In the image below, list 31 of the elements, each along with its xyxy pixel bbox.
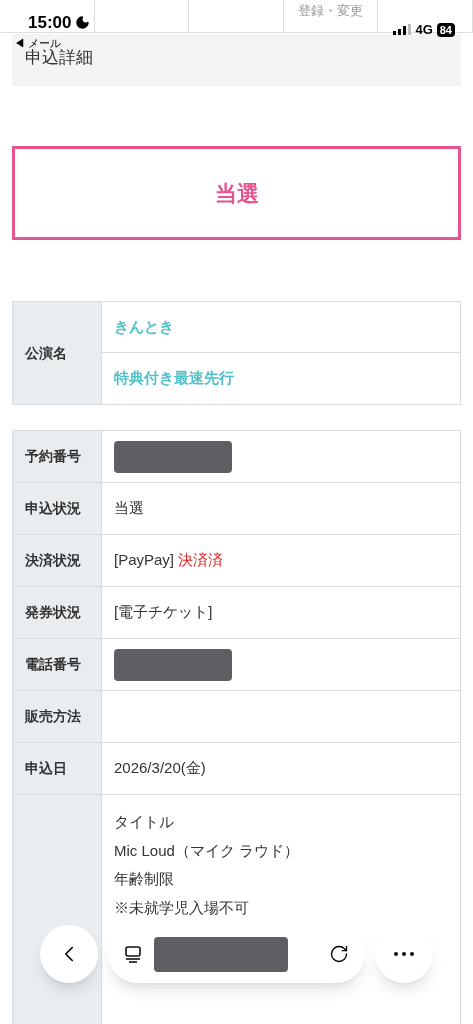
tabs-icon[interactable] [124, 945, 142, 963]
detail-label: 販売方法 [25, 707, 81, 726]
performance-value[interactable]: きんとき [114, 315, 174, 339]
detail-label: 決済状況 [25, 551, 81, 570]
detail-value: 2026/3/20(金) [114, 758, 206, 779]
performance-value[interactable]: 特典付き最速先行 [114, 367, 234, 390]
detail-line: ※未就学児入場不可 [114, 897, 250, 918]
network-label: 4G [415, 21, 433, 39]
more-icon [394, 952, 414, 956]
detail-label: 申込状況 [25, 499, 81, 518]
detail-label: 公演名 [25, 343, 67, 363]
detail-line: タイトル [114, 812, 175, 832]
page-title: 申込詳細 [25, 47, 93, 69]
detail-label: 申込日 [25, 759, 67, 778]
battery-icon: 84 [436, 22, 455, 37]
detail-value: 当選 [114, 498, 144, 519]
detail-line: Mic Loud（マイク ラウド） [114, 840, 300, 861]
moon-icon [75, 15, 91, 31]
status-time: 15:00 [28, 12, 72, 34]
detail-label: 発券状況 [25, 603, 81, 622]
nav-tab[interactable]: 登録・変更 [298, 1, 364, 21]
result-banner: 当選 [12, 146, 461, 240]
payment-method: [PayPay] [114, 550, 175, 571]
detail-label: 電話番号 [25, 655, 81, 674]
signal-icon [393, 24, 412, 36]
detail-line: 年齢制限 [114, 869, 175, 889]
detail-value: [電子チケット] [114, 602, 213, 623]
payment-status: 決済済 [178, 550, 224, 571]
back-link[interactable]: ◀ メール [14, 37, 62, 49]
reload-icon[interactable] [329, 944, 349, 964]
detail-label: 予約番号 [25, 447, 81, 466]
